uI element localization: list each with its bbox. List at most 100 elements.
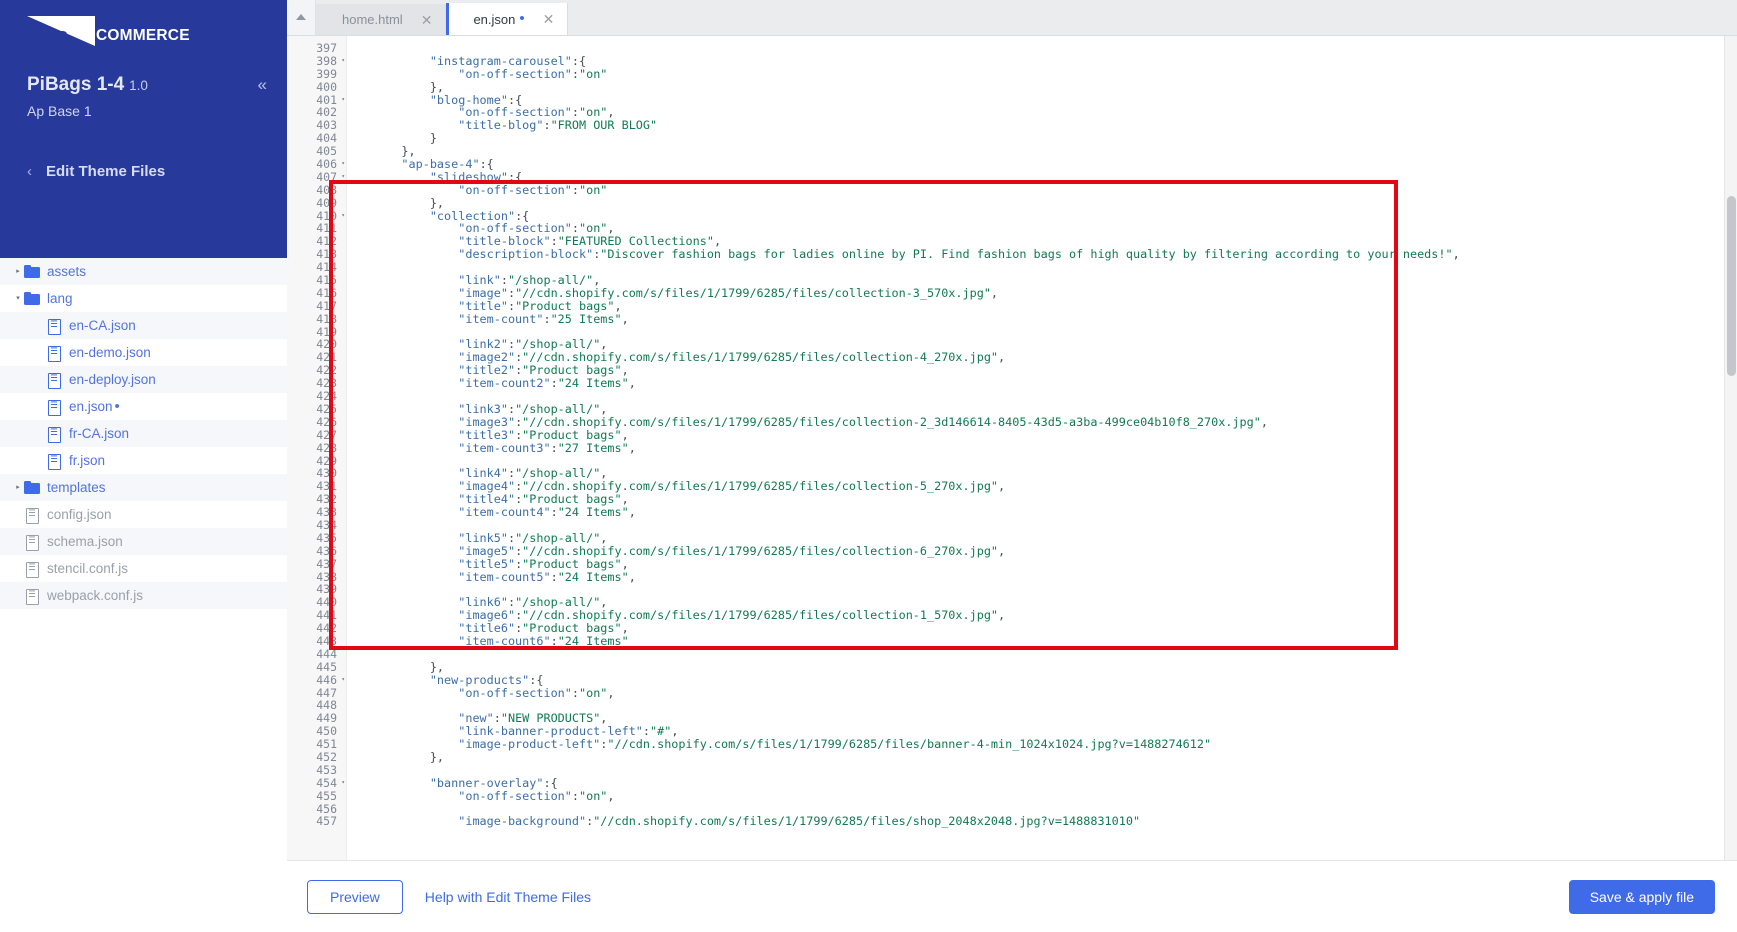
json-punctuation — [373, 221, 458, 235]
tab-close-icon[interactable]: ✕ — [543, 12, 555, 26]
json-punctuation: : — [571, 182, 579, 197]
tree-folder-templates[interactable]: ▸ templates — [0, 474, 287, 501]
save-and-apply-button[interactable]: Save & apply file — [1568, 879, 1715, 914]
json-punctuation — [373, 466, 458, 480]
tree-file-schema-json[interactable]: schema.json — [0, 528, 287, 555]
folder-icon — [24, 264, 40, 279]
code-line[interactable]: "item-count3":"27 Items", — [347, 440, 1737, 455]
sidebar: BIG COMMERCE PiBags 1-4 1.0 Ap Base 1 « ‹… — [0, 0, 287, 932]
code-line[interactable]: }, — [347, 145, 1737, 158]
code-line[interactable]: "ap-base-4":{ — [347, 158, 1737, 171]
tree-file-en-deploy-json[interactable]: en-deploy.json — [0, 366, 287, 393]
code-fold-toggle-icon[interactable]: ▾ — [341, 674, 345, 687]
chevron-down-icon[interactable]: ▾ — [12, 295, 24, 302]
code-line[interactable]: "item-count":"25 Items", — [347, 312, 1737, 326]
code-line[interactable]: }, — [347, 660, 1737, 674]
json-punctuation: , — [607, 105, 615, 120]
file-icon — [24, 561, 40, 578]
code-fold-toggle-icon[interactable]: ▾ — [341, 210, 345, 223]
code-fold-toggle-icon[interactable]: ▾ — [341, 158, 345, 171]
tree-item-label: stencil.conf.js — [47, 560, 129, 576]
json-key: "ap-base-4" — [401, 157, 480, 172]
tree-folder-assets[interactable]: ▸ assets — [0, 258, 287, 285]
json-punctuation: , — [998, 479, 1006, 494]
edit-theme-files-section[interactable]: ‹ Edit Theme Files — [27, 163, 165, 180]
json-punctuation: : — [507, 401, 516, 416]
code-line[interactable]: "item-count5":"24 Items", — [347, 569, 1737, 584]
json-punctuation: : — [507, 337, 516, 352]
tree-folder-lang[interactable]: ▾ lang — [0, 285, 287, 312]
code-fold-toggle-icon[interactable]: ▾ — [341, 171, 345, 184]
code-line[interactable] — [347, 648, 1737, 661]
line-number: 437 — [316, 556, 337, 571]
line-number: 426 — [316, 414, 337, 429]
code-line[interactable]: "on-off-section":"on" — [347, 182, 1737, 197]
code-line[interactable]: } — [347, 132, 1737, 145]
json-string-value: "24 Items" — [557, 569, 629, 584]
tab-close-icon[interactable]: ✕ — [421, 13, 433, 27]
code-line[interactable]: "on-off-section":"on", — [347, 789, 1737, 803]
preview-button[interactable]: Preview — [307, 879, 403, 914]
code-line[interactable]: "on-off-section":"on", — [347, 686, 1737, 700]
file-icon — [46, 318, 62, 335]
code-editor[interactable]: 397 398 ▾ 399 400 401 ▾ 402 403 404 405 406 ▾ 407 ▾ 408… — [287, 36, 1737, 860]
code-line[interactable]: "image-background":"//cdn.shopify.com/s/… — [347, 815, 1737, 828]
json-string-value: "on" — [578, 221, 608, 236]
json-punctuation: : — [543, 118, 551, 133]
json-string-value: "24 Items" — [557, 505, 629, 520]
json-string-value: "/shop-all/" — [515, 401, 601, 416]
json-punctuation: , — [628, 505, 636, 520]
tree-file-config-json[interactable]: config.json — [0, 501, 287, 528]
code-line[interactable]: "item-count6":"24 Items" — [347, 635, 1737, 648]
json-key: "image-background" — [458, 814, 587, 829]
code-line[interactable]: "description-block":"Discover fashion ba… — [347, 248, 1737, 261]
json-punctuation — [373, 247, 458, 261]
tree-file-en-ca-json[interactable]: en-CA.json — [0, 312, 287, 339]
editor-tab-home-html[interactable]: home.html ✕ — [316, 4, 447, 35]
json-key: "image4" — [458, 479, 516, 494]
code-line[interactable]: "item-count2":"24 Items", — [347, 377, 1737, 390]
code-fold-toggle-icon[interactable]: ▾ — [341, 94, 345, 107]
code-line[interactable]: }, — [347, 196, 1737, 210]
scroll-up-button[interactable] — [287, 0, 316, 35]
code-fold-toggle-icon[interactable]: ▾ — [341, 777, 345, 790]
json-string-value: "24 Items" — [557, 376, 629, 391]
editor-vertical-scrollbar[interactable] — [1724, 36, 1737, 860]
json-string-value: "NEW PRODUCTS" — [500, 711, 601, 726]
tree-file-fr-json[interactable]: fr.json — [0, 447, 287, 474]
help-link[interactable]: Help with Edit Theme Files — [425, 889, 591, 905]
collapse-sidebar-icon[interactable]: « — [258, 76, 267, 93]
code-line[interactable]: }, — [347, 751, 1737, 764]
code-line[interactable]: "title-blog":"FROM OUR BLOG" — [347, 119, 1737, 132]
scrollbar-thumb[interactable] — [1727, 196, 1736, 376]
line-number: 427 — [316, 427, 337, 442]
tree-file-en-json[interactable]: en.json • — [0, 393, 287, 420]
json-punctuation: :{ — [543, 775, 558, 790]
tree-file-webpack-conf-js[interactable]: webpack.conf.js — [0, 582, 287, 609]
json-key: "title-block" — [458, 234, 551, 249]
json-string-value: "27 Items" — [557, 440, 629, 455]
json-punctuation — [373, 789, 458, 803]
code-line[interactable]: }, — [347, 80, 1737, 94]
json-punctuation: , — [607, 221, 615, 236]
tree-file-stencil-conf-js[interactable]: stencil.conf.js — [0, 555, 287, 582]
tree-file-fr-ca-json[interactable]: fr-CA.json — [0, 420, 287, 447]
json-string-value: "Product bags" — [522, 621, 622, 636]
code-fold-toggle-icon[interactable]: ▾ — [341, 55, 345, 68]
code-line[interactable]: "item-count4":"24 Items", — [347, 506, 1737, 519]
json-punctuation: , — [998, 543, 1006, 558]
editor-tab-en-json[interactable]: en.json • ✕ — [446, 3, 569, 35]
chevron-right-icon[interactable]: ▸ — [12, 484, 24, 491]
json-punctuation: , — [600, 595, 608, 610]
line-number: 417 — [316, 298, 337, 313]
tree-file-en-demo-json[interactable]: en-demo.json — [0, 339, 287, 366]
code-line[interactable]: "on-off-section":"on" — [347, 67, 1737, 81]
code-line[interactable]: "image-product-left":"//cdn.shopify.com/… — [347, 738, 1737, 751]
json-punctuation — [373, 234, 458, 248]
code-content[interactable]: "instagram-carousel":{ "on-off-section":… — [347, 36, 1737, 860]
json-string-value: "/shop-all/" — [515, 530, 601, 545]
line-number: 425 — [316, 401, 337, 416]
back-chevron-icon[interactable]: ‹ — [27, 164, 32, 179]
tree-item-label: en.json — [69, 398, 113, 414]
chevron-right-icon[interactable]: ▸ — [12, 268, 24, 275]
